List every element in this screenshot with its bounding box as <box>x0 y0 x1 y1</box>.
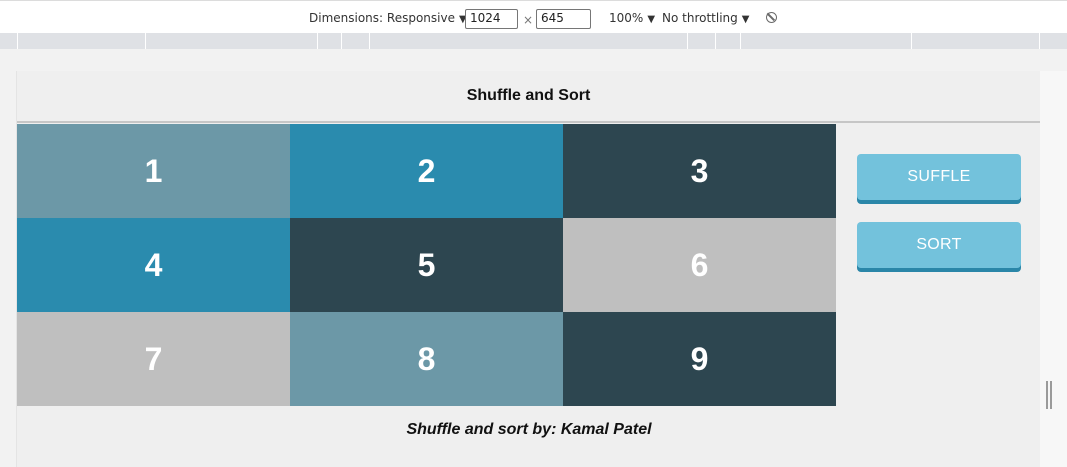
ruler-divider <box>911 33 912 49</box>
tile-number: 9 <box>690 340 709 377</box>
times-sign: × <box>523 13 534 27</box>
tile-number: 8 <box>417 340 436 377</box>
tile: 8 <box>290 312 563 406</box>
throttling-dropdown[interactable]: No throttling ▼ <box>662 11 749 25</box>
ruler-divider <box>715 33 716 49</box>
height-input[interactable]: 645 <box>536 9 591 29</box>
tile-number: 7 <box>144 340 163 377</box>
ruler-divider <box>341 33 342 49</box>
tile: 3 <box>563 124 836 218</box>
tile: 5 <box>290 218 563 312</box>
responsive-viewport: Shuffle and Sort 1 2 3 4 5 6 7 8 9 SUFFL… <box>16 71 1040 467</box>
ruler-divider <box>145 33 146 49</box>
tile-number: 1 <box>144 152 163 189</box>
viewport-gap <box>0 49 1067 71</box>
ruler-divider <box>317 33 318 49</box>
throttling-label: No throttling <box>662 11 738 25</box>
ruler-divider <box>687 33 688 49</box>
width-input[interactable]: 1024 <box>465 9 518 29</box>
author-credit: Shuffle and sort by: Kamal Patel <box>406 421 652 438</box>
zoom-dropdown[interactable]: 100% ▼ <box>609 11 655 25</box>
tile: 4 <box>17 218 290 312</box>
sort-button[interactable]: SORT <box>857 222 1021 268</box>
chevron-down-icon: ▼ <box>647 14 656 25</box>
page-title: Shuffle and Sort <box>17 71 1040 123</box>
tile-number: 6 <box>690 246 709 283</box>
tile: 2 <box>290 124 563 218</box>
viewport-right-edge <box>1040 71 1067 467</box>
tile: 1 <box>17 124 290 218</box>
tile-number: 5 <box>417 246 436 283</box>
shuffle-button[interactable]: SUFFLE <box>857 154 1021 200</box>
tile: 6 <box>563 218 836 312</box>
zoom-label: 100% <box>609 11 644 25</box>
dimensions-dropdown[interactable]: Dimensions: Responsive ▼ <box>309 11 467 25</box>
resize-handle-icon[interactable] <box>1046 381 1052 409</box>
devtools-device-toolbar: Dimensions: Responsive ▼ 1024 × 645 100% ▼… <box>0 0 1067 33</box>
disable-throttle-icon[interactable] <box>766 12 777 23</box>
dimensions-label: Dimensions: Responsive <box>309 11 455 25</box>
ruler-divider <box>1039 33 1040 49</box>
tile-number: 2 <box>417 152 436 189</box>
ruler-divider <box>369 33 370 49</box>
ruler-divider <box>740 33 741 49</box>
chevron-down-icon: ▼ <box>741 14 750 25</box>
media-query-ruler[interactable] <box>0 33 1067 49</box>
tile-number: 4 <box>144 246 163 283</box>
tile: 9 <box>563 312 836 406</box>
tile-grid: 1 2 3 4 5 6 7 8 9 <box>17 124 836 406</box>
ruler-divider <box>17 33 18 49</box>
tile-number: 3 <box>690 152 709 189</box>
tile: 7 <box>17 312 290 406</box>
